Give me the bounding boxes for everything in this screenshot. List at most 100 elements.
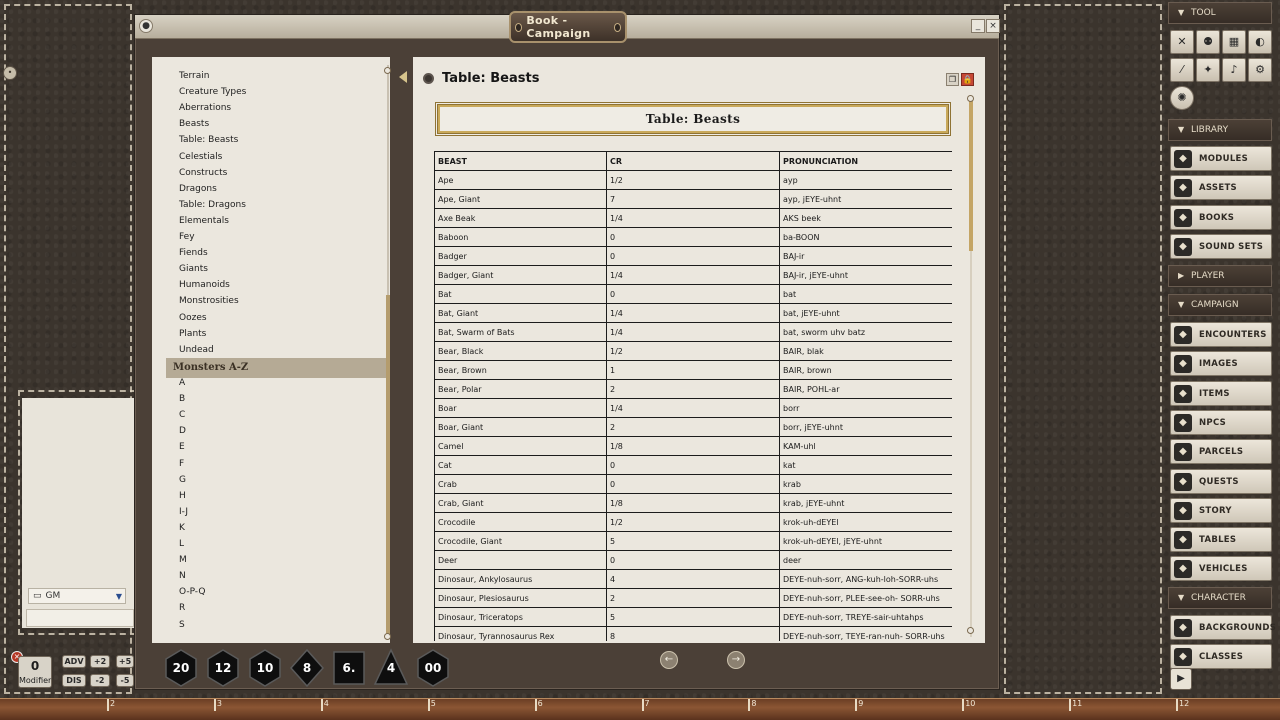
nav-item-plants[interactable]: Plants (179, 329, 206, 339)
nav-letter-a[interactable]: A (179, 378, 185, 388)
nav-letter-f[interactable]: F (179, 459, 184, 469)
nav-item-dragons[interactable]: Dragons (179, 184, 217, 194)
sidebar-section-campaign[interactable]: ▼ CAMPAIGN (1168, 294, 1272, 316)
nav-letter-s[interactable]: S (179, 620, 185, 630)
sidebar-item-classes[interactable]: ◆ CLASSES (1170, 644, 1272, 670)
nav-item-terrain[interactable]: Terrain (179, 71, 209, 81)
record-link-icon[interactable] (423, 73, 434, 84)
d100-die-icon[interactable]: 00 (414, 648, 452, 688)
nav-letter-r[interactable]: R (179, 603, 185, 613)
nav-letter-c[interactable]: C (179, 410, 185, 420)
sidebar-item-tables[interactable]: ◆ TABLES (1170, 527, 1272, 553)
nav-item-monstrosities[interactable]: Monstrosities (179, 296, 239, 306)
nav-item-fiends[interactable]: Fiends (179, 248, 208, 258)
nav-item-giants[interactable]: Giants (179, 264, 208, 274)
advantage-button[interactable]: ADV (62, 655, 86, 668)
nav-letter-e[interactable]: E (179, 442, 185, 452)
sidebar-item-quests[interactable]: ◆ QUESTS (1170, 468, 1272, 494)
nav-letter-o-p-q[interactable]: O-P-Q (179, 587, 205, 597)
window-titlebar[interactable]: ● Book - Campaign _ × (135, 11, 1000, 43)
modifier-tool-icon[interactable]: ⁄ (1170, 58, 1194, 82)
scroll-bottom-knob[interactable] (384, 633, 391, 640)
nav-letter-n[interactable]: N (179, 571, 186, 581)
nav-item-undead[interactable]: Undead (179, 345, 214, 355)
d6-die-icon[interactable]: 6. (330, 648, 368, 688)
nav-item-creature-types[interactable]: Creature Types (179, 87, 246, 97)
chat-input[interactable] (26, 609, 134, 627)
nav-item-beasts[interactable]: Beasts (179, 119, 209, 129)
content-scrollbar[interactable] (967, 95, 974, 637)
nav-item-table-beasts[interactable]: Table: Beasts (179, 135, 238, 145)
expand-handle-icon[interactable]: • (3, 66, 17, 80)
nav-item-aberrations[interactable]: Aberrations (179, 103, 231, 113)
scroll-bottom-knob[interactable] (967, 627, 974, 634)
sidebar-section-library[interactable]: ▼ LIBRARY (1168, 119, 1272, 141)
minus-two-button[interactable]: -2 (90, 674, 110, 687)
sidebar-section-character[interactable]: ▼ CHARACTER (1168, 587, 1272, 609)
calendar-icon[interactable]: ▦ (1222, 30, 1246, 54)
nav-item-celestials[interactable]: Celestials (179, 152, 222, 162)
nav-letter-d[interactable]: D (179, 426, 186, 436)
d12-die-icon[interactable]: 12 (204, 648, 242, 688)
d4-die-icon[interactable]: 4 (372, 648, 410, 688)
plus-two-button[interactable]: +2 (90, 655, 110, 668)
sidebar-item-sound-sets[interactable]: ◆ SOUND SETS (1170, 233, 1272, 259)
sidebar-item-npcs[interactable]: ◆ NPCS (1170, 409, 1272, 435)
minimize-button[interactable]: _ (971, 19, 985, 33)
nav-item-elementals[interactable]: Elementals (179, 216, 229, 226)
options-icon[interactable]: ✺ (1170, 86, 1194, 110)
next-page-button[interactable]: → (727, 651, 745, 669)
nav-letter-b[interactable]: B (179, 394, 185, 404)
party-icon[interactable]: ⚉ (1196, 30, 1220, 54)
music-note-icon[interactable]: ♪ (1222, 58, 1246, 82)
nav-letter-g[interactable]: G (179, 475, 186, 485)
gear-icon[interactable]: ⚙ (1248, 58, 1272, 82)
scroll-top-knob[interactable] (967, 95, 974, 102)
d10-die-icon[interactable]: 10 (246, 648, 284, 688)
sidebar-item-backgrounds[interactable]: ◆ BACKGROUNDS (1170, 615, 1276, 640)
nav-item-constructs[interactable]: Constructs (179, 168, 227, 178)
nav-letter-k[interactable]: K (179, 523, 185, 533)
sidebar-item-encounters[interactable]: ◆ ENCOUNTERS (1170, 322, 1272, 347)
content-scroll-thumb[interactable] (969, 101, 973, 251)
nav-letter-l[interactable]: L (179, 539, 184, 549)
sidebar-item-story[interactable]: ◆ STORY (1170, 497, 1272, 523)
minus-five-button[interactable]: -5 (116, 674, 134, 687)
previous-page-button[interactable]: ← (660, 651, 678, 669)
nav-item-table-dragons[interactable]: Table: Dragons (179, 200, 246, 210)
sidebar-item-images[interactable]: ◆ IMAGES (1170, 351, 1272, 377)
crossed-swords-icon[interactable]: ✕ (1170, 30, 1194, 54)
sidebar-item-assets[interactable]: ◆ ASSETS (1170, 175, 1272, 201)
nav-item-humanoids[interactable]: Humanoids (179, 280, 230, 290)
nav-scrollbar[interactable] (384, 65, 391, 640)
modifier-box[interactable]: 0 Modifier (18, 656, 52, 688)
window-menu-icon[interactable]: ● (139, 19, 153, 33)
close-button[interactable]: × (986, 19, 1000, 33)
plus-five-button[interactable]: +5 (116, 655, 134, 668)
nav-group-monsters-a-z[interactable]: Monsters A-Z (166, 358, 387, 378)
d20-die-icon[interactable]: 20 (162, 648, 200, 688)
disadvantage-button[interactable]: DIS (62, 674, 86, 687)
nav-letter-m[interactable]: M (179, 555, 187, 565)
nav-item-oozes[interactable]: Oozes (179, 313, 207, 323)
nav-item-fey[interactable]: Fey (179, 232, 195, 242)
effects-icon[interactable]: ✦ (1196, 58, 1220, 82)
scroll-top-knob[interactable] (384, 67, 391, 74)
nav-letter-h[interactable]: H (179, 491, 186, 501)
d8-die-icon[interactable]: 8 (288, 648, 326, 688)
sidebar-item-vehicles[interactable]: ◆ VEHICLES (1170, 556, 1272, 582)
chat-identity-select[interactable]: ▭ GM ▼ (28, 588, 126, 604)
nav-scroll-thumb[interactable] (386, 295, 390, 635)
sidebar-item-items[interactable]: ◆ ITEMS (1170, 380, 1272, 406)
collapse-nav-arrow-icon[interactable] (399, 71, 407, 83)
sidebar-item-books[interactable]: ◆ BOOKS (1170, 204, 1272, 230)
lock-icon[interactable]: 🔒 (961, 73, 974, 86)
sidebar-item-modules[interactable]: ◆ MODULES (1170, 146, 1272, 171)
sidebar-section-tool[interactable]: ▼ TOOL (1168, 2, 1272, 24)
nav-letter-i-j[interactable]: I-J (179, 507, 188, 517)
play-icon[interactable]: ▶ (1170, 668, 1192, 690)
sidebar-section-player[interactable]: ▶ PLAYER (1168, 265, 1272, 287)
sidebar-item-parcels[interactable]: ◆ PARCELS (1170, 439, 1272, 465)
color-picker-icon[interactable]: ◐ (1248, 30, 1272, 54)
copy-icon[interactable]: ❐ (946, 73, 959, 86)
